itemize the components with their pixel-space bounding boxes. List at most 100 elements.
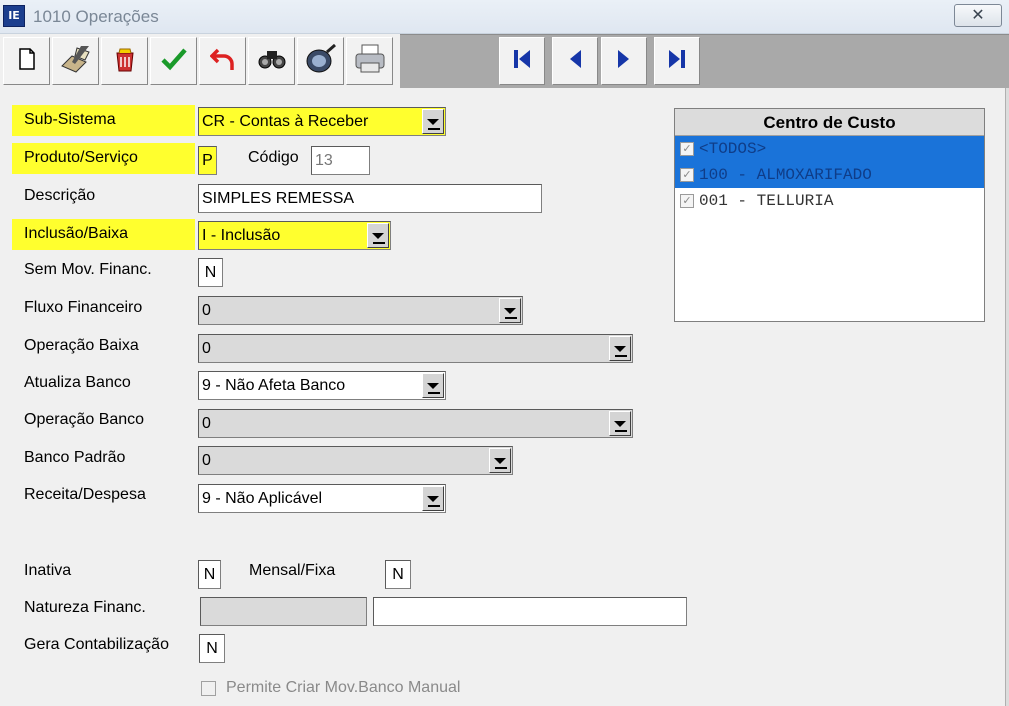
banco-padrao-select[interactable]: 0	[198, 446, 513, 475]
fluxo-label: Fluxo Financeiro	[24, 299, 143, 316]
list-item[interactable]: ✓ 100 - ALMOXARIFADO	[675, 162, 984, 188]
sem-mov-field[interactable]: N	[198, 258, 223, 287]
receita-despesa-dropdown-button[interactable]	[422, 486, 444, 511]
receita-despesa-select[interactable]: 9 - Não Aplicável	[198, 484, 446, 513]
edit-button[interactable]	[52, 37, 99, 85]
confirm-icon	[160, 46, 188, 77]
undo-icon	[209, 46, 236, 77]
codigo-field[interactable]: 13	[311, 146, 370, 175]
operacao-baixa-dropdown-button[interactable]	[609, 336, 631, 361]
new-button[interactable]	[3, 37, 50, 85]
operacao-banco-value: 0	[202, 415, 211, 432]
list-item-label: <TODOS>	[699, 140, 767, 158]
operacao-baixa-value: 0	[202, 340, 211, 357]
mensal-fixa-field[interactable]: N	[385, 560, 411, 589]
atualiza-banco-label: Atualiza Banco	[24, 374, 131, 391]
descricao-field[interactable]: SIMPLES REMESSA	[198, 184, 542, 213]
inativa-label: Inativa	[24, 562, 72, 579]
confirm-button[interactable]	[150, 37, 197, 85]
first-record-button[interactable]	[499, 37, 545, 85]
last-record-icon	[666, 48, 688, 75]
fluxo-dropdown-button[interactable]	[499, 298, 521, 323]
checkbox-box[interactable]	[201, 680, 216, 696]
centro-custo-panel: Centro de Custo ✓ <TODOS> ✓ 100 - ALMOXA…	[674, 108, 985, 322]
atualiza-banco-value: 9 - Não Afeta Banco	[202, 377, 346, 394]
toolbar-background	[400, 34, 1009, 88]
sem-mov-label: Sem Mov. Financ.	[24, 261, 152, 278]
filter-button[interactable]	[297, 37, 344, 85]
edit-icon	[59, 44, 93, 79]
chevron-down-icon	[427, 382, 439, 389]
chevron-down-icon	[614, 420, 626, 427]
atualiza-banco-select[interactable]: 9 - Não Afeta Banco	[198, 371, 446, 400]
app-icon: IE	[3, 5, 25, 27]
receita-despesa-value: 9 - Não Aplicável	[202, 490, 323, 507]
previous-record-button[interactable]	[552, 37, 598, 85]
natureza-label: Natureza Financ.	[24, 599, 146, 616]
natureza-description-field[interactable]	[373, 597, 687, 626]
operacao-banco-select[interactable]: 0	[198, 409, 633, 438]
check-icon[interactable]: ✓	[680, 142, 694, 156]
gera-contab-label: Gera Contabilização	[24, 636, 169, 653]
toolbar	[0, 34, 1009, 88]
first-record-icon	[511, 48, 533, 75]
operacao-banco-label: Operação Banco	[24, 411, 145, 428]
inclusao-baixa-dropdown-button[interactable]	[367, 223, 389, 248]
list-item-label: 001 - TELLURIA	[699, 192, 834, 210]
chevron-down-icon	[614, 345, 626, 352]
chevron-down-icon	[372, 232, 384, 239]
chevron-down-icon	[504, 307, 516, 314]
print-icon	[353, 43, 387, 80]
banco-padrao-dropdown-button[interactable]	[489, 448, 511, 473]
fluxo-select[interactable]: 0	[198, 296, 523, 325]
next-record-button[interactable]	[601, 37, 647, 85]
filter-icon	[305, 43, 337, 79]
delete-icon	[112, 45, 138, 78]
close-button[interactable]: ✕	[954, 4, 1002, 27]
chevron-down-icon	[427, 118, 439, 125]
delete-button[interactable]	[101, 37, 148, 85]
produto-servico-field[interactable]: P	[198, 146, 217, 175]
inativa-field[interactable]: N	[198, 560, 221, 589]
sub-sistema-select[interactable]: CR - Contas à Receber	[198, 107, 446, 136]
receita-despesa-label: Receita/Despesa	[24, 486, 146, 503]
new-icon	[17, 47, 37, 75]
list-item[interactable]: ✓ 001 - TELLURIA	[675, 188, 984, 214]
undo-button[interactable]	[199, 37, 246, 85]
banco-padrao-label: Banco Padrão	[24, 449, 126, 466]
gera-contab-field[interactable]: N	[199, 634, 225, 663]
next-record-icon	[616, 48, 632, 75]
search-icon	[257, 47, 287, 76]
window-title: 1010 Operações	[33, 7, 159, 26]
check-icon[interactable]: ✓	[680, 168, 694, 182]
chevron-down-icon	[494, 457, 506, 464]
inclusao-baixa-select[interactable]: I - Inclusão	[198, 221, 391, 250]
descricao-label: Descrição	[24, 187, 96, 204]
chevron-down-icon	[427, 495, 439, 502]
title-bar: IE 1010 Operações ✕	[0, 0, 1009, 34]
last-record-button[interactable]	[654, 37, 700, 85]
inclusao-baixa-label: Inclusão/Baixa	[24, 225, 129, 242]
list-item[interactable]: ✓ <TODOS>	[675, 136, 984, 162]
search-button[interactable]	[248, 37, 295, 85]
permite-checkbox[interactable]: Permite Criar Mov.Banco Manual	[201, 679, 460, 697]
atualiza-banco-dropdown-button[interactable]	[422, 373, 444, 398]
sub-sistema-label: Sub-Sistema	[24, 111, 116, 128]
banco-padrao-value: 0	[202, 452, 211, 469]
print-button[interactable]	[346, 37, 393, 85]
fluxo-value: 0	[202, 302, 211, 319]
codigo-label: Código	[248, 149, 299, 166]
natureza-code-field[interactable]	[200, 597, 367, 626]
check-icon[interactable]: ✓	[680, 194, 694, 208]
produto-servico-label: Produto/Serviço	[24, 149, 138, 166]
operacao-banco-dropdown-button[interactable]	[609, 411, 631, 436]
operacao-baixa-label: Operação Baixa	[24, 337, 139, 354]
previous-record-icon	[567, 48, 583, 75]
inclusao-baixa-value: I - Inclusão	[202, 227, 281, 244]
centro-custo-title: Centro de Custo	[675, 109, 984, 136]
mensal-fixa-label: Mensal/Fixa	[249, 562, 336, 579]
sub-sistema-value: CR - Contas à Receber	[202, 113, 369, 130]
window-edge	[1005, 88, 1009, 706]
operacao-baixa-select[interactable]: 0	[198, 334, 633, 363]
sub-sistema-dropdown-button[interactable]	[422, 109, 444, 134]
